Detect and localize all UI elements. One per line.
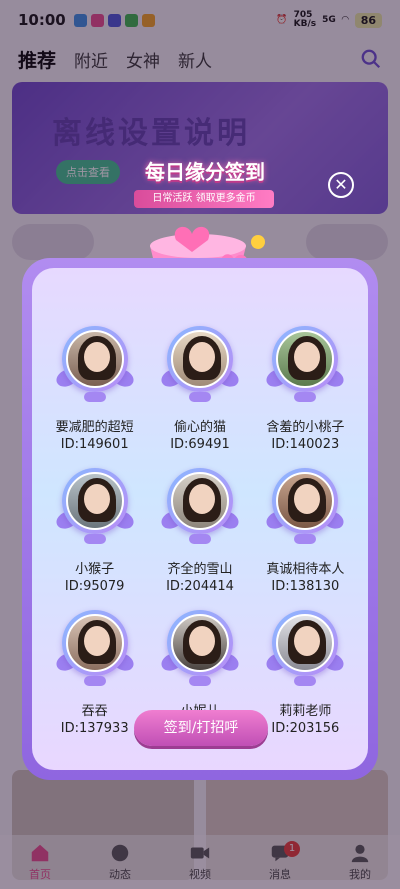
avatar (276, 330, 335, 388)
user-card[interactable]: 齐全的雪山 ID:204414 (147, 464, 252, 594)
avatar-frame (263, 606, 347, 690)
user-card[interactable]: 吞吞 ID:137933 (42, 606, 147, 736)
avatar (65, 330, 124, 388)
user-id: ID:69491 (170, 437, 230, 452)
user-card[interactable]: 偷心的猫 ID:69491 (147, 322, 252, 452)
user-id: ID:140023 (271, 437, 340, 452)
user-name: 含羞的小桃子 (266, 420, 345, 435)
avatar (276, 472, 335, 530)
avatar-frame (263, 322, 347, 406)
user-id: ID:203156 (271, 721, 340, 736)
user-card[interactable]: 真诚相待本人 ID:138130 (253, 464, 358, 594)
avatar-frame (158, 464, 242, 548)
sign-in-button[interactable]: 签到/打招呼 (134, 710, 268, 746)
avatar-frame (53, 464, 137, 548)
user-id: ID:138130 (271, 579, 340, 594)
close-button[interactable]: ✕ (328, 172, 354, 198)
avatar-frame (263, 464, 347, 548)
avatar (276, 614, 335, 672)
user-name: 莉莉老师 (279, 704, 332, 719)
close-icon: ✕ (334, 175, 348, 194)
avatar (65, 614, 124, 672)
popup-title: 每日缘分签到 (145, 160, 265, 184)
user-name: 要减肥的超短 (55, 420, 134, 435)
avatar (170, 330, 229, 388)
avatar (170, 614, 229, 672)
avatar (170, 472, 229, 530)
user-card[interactable]: 要减肥的超短 ID:149601 (42, 322, 147, 452)
avatar-frame (53, 606, 137, 690)
avatar (65, 472, 124, 530)
sign-in-popup: 要减肥的超短 ID:149601 偷心的猫 ID:69491 含羞的小桃子 ID… (22, 258, 378, 780)
user-id: ID:149601 (60, 437, 129, 452)
user-grid: 要减肥的超短 ID:149601 偷心的猫 ID:69491 含羞的小桃子 ID… (42, 322, 358, 736)
avatar-frame (53, 322, 137, 406)
user-name: 偷心的猫 (173, 420, 226, 435)
user-card[interactable]: 小猴子 ID:95079 (42, 464, 147, 594)
user-id: ID:95079 (64, 579, 125, 594)
user-card[interactable]: 含羞的小桃子 ID:140023 (253, 322, 358, 452)
popup-subtitle: 日常活跃 领取更多金币 (134, 190, 274, 208)
user-card[interactable]: 莉莉老师 ID:203156 (253, 606, 358, 736)
avatar-frame (158, 606, 242, 690)
user-name: 小猴子 (75, 562, 115, 577)
user-id: ID:137933 (60, 721, 129, 736)
user-name: 吞吞 (81, 704, 108, 719)
user-name: 真诚相待本人 (266, 562, 345, 577)
user-id: ID:204414 (166, 579, 234, 594)
avatar-frame (158, 322, 242, 406)
popup-body: 要减肥的超短 ID:149601 偷心的猫 ID:69491 含羞的小桃子 ID… (32, 268, 368, 770)
user-name: 齐全的雪山 (167, 562, 233, 577)
